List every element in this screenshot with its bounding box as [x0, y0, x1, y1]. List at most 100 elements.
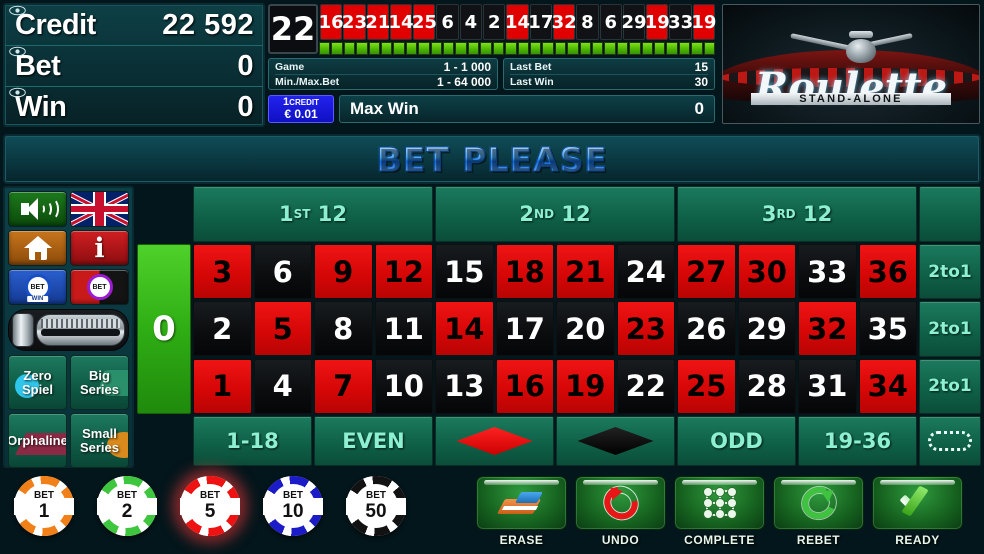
- number-cell-2[interactable]: 2: [193, 301, 252, 357]
- column-bet-2to1-1[interactable]: 2to1: [919, 244, 981, 300]
- slider-handle[interactable]: [12, 313, 34, 347]
- number-cell-12[interactable]: 12: [374, 244, 433, 299]
- history-cell: 4: [459, 4, 483, 40]
- rebet-action[interactable]: REBET: [773, 476, 864, 547]
- game-line: Game 1 - 1 000: [275, 60, 491, 74]
- number-cell-17[interactable]: 17: [495, 301, 554, 357]
- outside-bet-red[interactable]: [435, 416, 554, 466]
- ready-button[interactable]: [872, 476, 963, 530]
- sidebar-item-sound[interactable]: [8, 191, 67, 227]
- number-cell-18[interactable]: 18: [495, 244, 554, 299]
- number-cell-34[interactable]: 34: [858, 358, 917, 414]
- outside-bet-1-18[interactable]: 1-18: [193, 416, 312, 466]
- bet-win-tag: WIN: [26, 296, 49, 302]
- number-cell-9[interactable]: 9: [314, 244, 373, 299]
- number-cell-36[interactable]: 36: [858, 244, 917, 299]
- outside-bet-snake[interactable]: [919, 416, 981, 466]
- number-cell-4[interactable]: 4: [253, 358, 312, 414]
- sidebar-item-bet-limits[interactable]: BET: [70, 269, 129, 305]
- number-cell-22[interactable]: 22: [616, 358, 675, 414]
- slider-track[interactable]: [36, 314, 125, 346]
- number-cell-16[interactable]: 16: [495, 358, 554, 414]
- dozen-num: 12: [802, 202, 833, 226]
- number-cell-6[interactable]: 6: [253, 244, 312, 299]
- undo-button[interactable]: [575, 476, 666, 530]
- number-cell-13[interactable]: 13: [435, 358, 494, 414]
- sidebar-item-home[interactable]: [8, 230, 67, 266]
- number-cell-11[interactable]: 11: [374, 301, 433, 357]
- number-cell-1[interactable]: 1: [193, 358, 252, 414]
- history-strip: 16 23 21 14 25 6 4 2 14 17 32 8 6 29 19 33 19: [319, 4, 716, 40]
- meter-label: Credit: [15, 8, 96, 41]
- column-bet-2to1-3[interactable]: 2to1: [919, 358, 981, 414]
- erase-action[interactable]: ERASE: [476, 476, 567, 547]
- chip-button-5[interactable]: BET 5: [180, 476, 240, 536]
- outside-bet-even[interactable]: EVEN: [314, 416, 433, 466]
- dozen-bet-3rd-12[interactable]: 3 RD 12: [677, 186, 917, 242]
- ready-action[interactable]: READY: [872, 476, 963, 547]
- chip-button-10[interactable]: BET 10: [263, 476, 323, 536]
- chip-button-1[interactable]: BET 1: [14, 476, 74, 536]
- number-cell-23[interactable]: 23: [616, 301, 675, 357]
- top-bar: Credit 22 592 Bet 0 Win 0 22 16 23 21 14…: [0, 0, 984, 130]
- orphaline-button[interactable]: Orphaline: [8, 413, 67, 468]
- number-cell-3[interactable]: 3: [193, 244, 252, 299]
- number-cell-30[interactable]: 30: [737, 244, 796, 299]
- dozen-bet-1st-12[interactable]: 1 ST 12: [193, 186, 433, 242]
- number-cell-10[interactable]: 10: [374, 358, 433, 414]
- number-cell-0[interactable]: 0: [137, 244, 191, 414]
- complete-action[interactable]: COMPLETE: [674, 476, 765, 547]
- complete-button[interactable]: [674, 476, 765, 530]
- number-cell-21[interactable]: 21: [556, 244, 615, 299]
- chip-bet-label: BET: [200, 490, 220, 501]
- number-cell-7[interactable]: 7: [314, 358, 373, 414]
- max-win-value: 0: [694, 99, 704, 118]
- number-cell-24[interactable]: 24: [616, 244, 675, 299]
- sidebar-item-language[interactable]: [70, 191, 129, 227]
- number-cell-14[interactable]: 14: [435, 301, 494, 357]
- dozen-bet-2nd-12[interactable]: 2 ND 12: [435, 186, 675, 242]
- big-series-label-1: Big: [89, 368, 110, 384]
- segment-block: [480, 42, 492, 55]
- number-cell-5[interactable]: 5: [253, 301, 312, 357]
- number-cell-8[interactable]: 8: [314, 301, 373, 357]
- number-cell-19[interactable]: 19: [556, 358, 615, 414]
- segment-block: [616, 42, 629, 55]
- outside-bet-black[interactable]: [556, 416, 675, 466]
- checkmark-icon: [898, 485, 938, 519]
- info-icon: i: [94, 232, 105, 264]
- number-cell-33[interactable]: 33: [798, 244, 857, 299]
- sidebar-item-info[interactable]: i: [70, 230, 129, 266]
- outside-bet-odd[interactable]: ODD: [677, 416, 796, 466]
- number-cell-27[interactable]: 27: [677, 244, 736, 299]
- racetrack-slider[interactable]: [8, 309, 129, 351]
- undo-action[interactable]: UNDO: [575, 476, 666, 547]
- chip-button-50[interactable]: BET 50: [346, 476, 406, 536]
- chip-button-2[interactable]: BET 2: [97, 476, 157, 536]
- rebet-button[interactable]: [773, 476, 864, 530]
- number-cell-35[interactable]: 35: [858, 301, 917, 357]
- denomination-badge[interactable]: 1CREDIT € 0.01: [268, 95, 334, 123]
- undo-arrow-icon: [597, 480, 644, 526]
- number-cell-20[interactable]: 20: [556, 301, 615, 357]
- number-cell-15[interactable]: 15: [435, 244, 494, 299]
- number-cell-26[interactable]: 26: [677, 301, 736, 357]
- number-cell-32[interactable]: 32: [798, 301, 857, 357]
- eye-icon: [9, 87, 26, 98]
- number-cell-28[interactable]: 28: [737, 358, 796, 414]
- sidebar-item-bet-win[interactable]: BET WIN: [8, 269, 67, 305]
- number-cell-29[interactable]: 29: [737, 301, 796, 357]
- big-series-button[interactable]: Big Series: [70, 355, 129, 410]
- credit-value: 22 592: [162, 8, 254, 41]
- segment-block: [343, 42, 356, 55]
- column-bet-2to1-2[interactable]: 2to1: [919, 301, 981, 357]
- number-cell-25[interactable]: 25: [677, 358, 736, 414]
- outside-bet-19-36[interactable]: 19-36: [798, 416, 917, 466]
- small-series-button[interactable]: Small Series: [70, 413, 129, 468]
- erase-button[interactable]: [476, 476, 567, 530]
- history-cell: 14: [505, 4, 530, 40]
- zero-spiel-button[interactable]: Zero Spiel: [8, 355, 67, 410]
- eye-icon: [9, 5, 26, 16]
- number-rows: 3 6 9 12 15 18 21 24 27 30 33 36 2 5 8 11 14 17 20 23 26 29 32…: [193, 244, 917, 414]
- number-cell-31[interactable]: 31: [798, 358, 857, 414]
